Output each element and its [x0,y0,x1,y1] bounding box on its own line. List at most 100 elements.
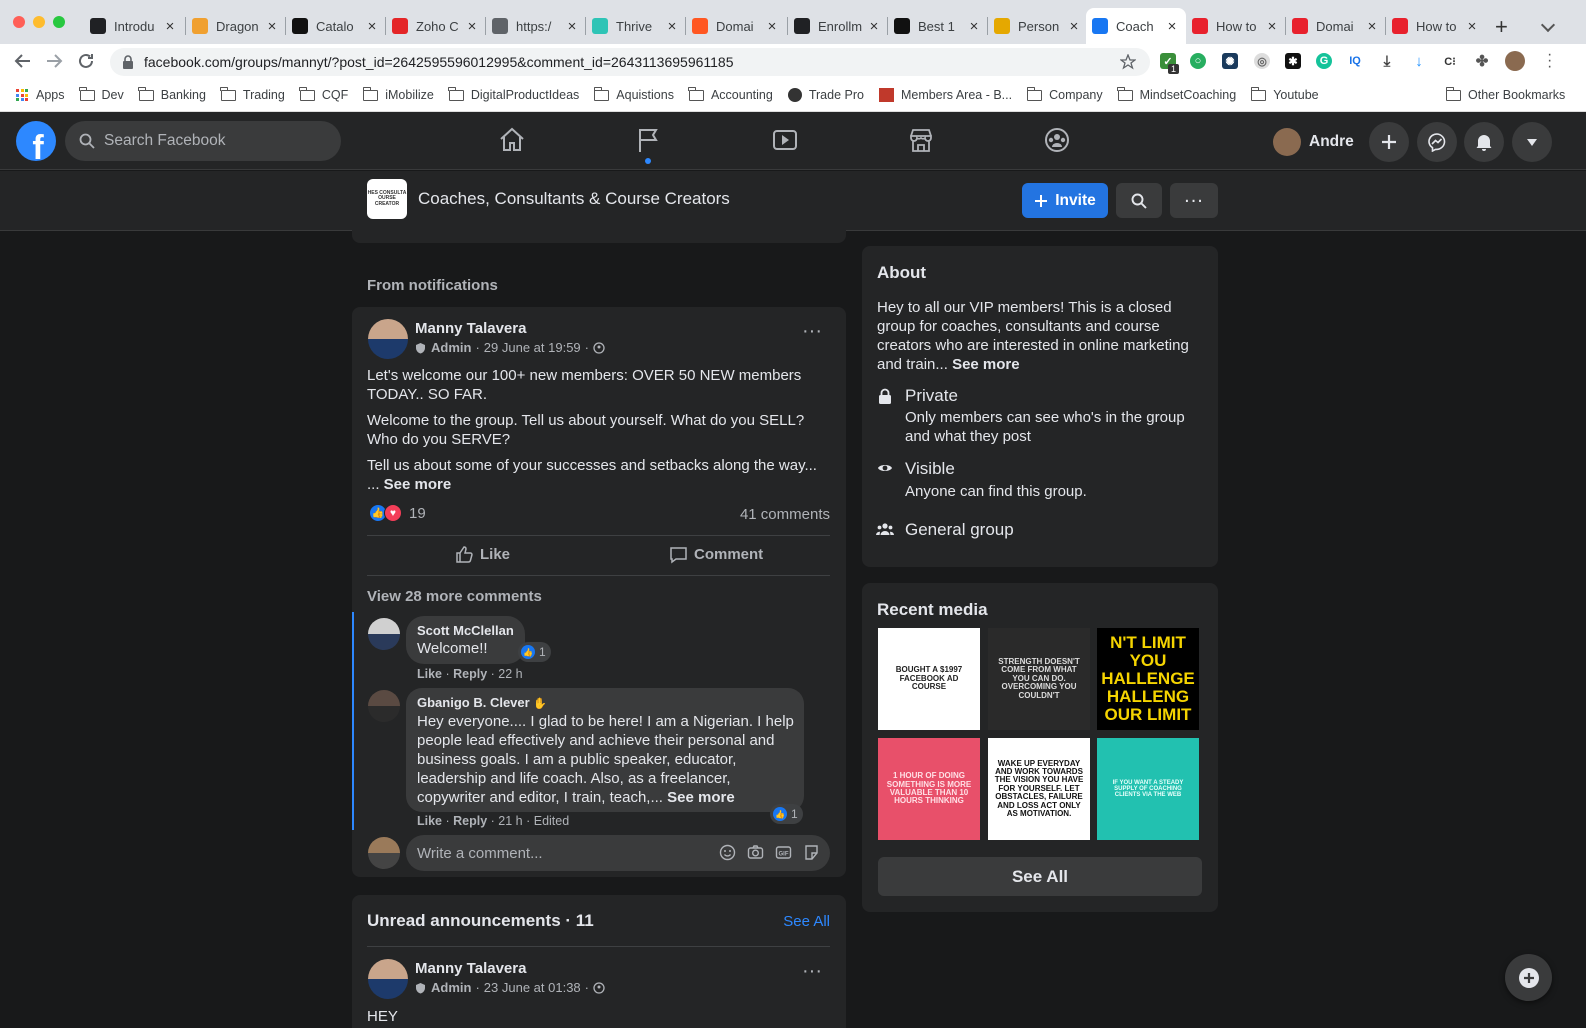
like-button[interactable]: Like [455,545,510,564]
new-message-button[interactable] [1505,954,1552,1001]
watch-video-icon[interactable] [770,125,800,155]
marketplace-icon[interactable] [906,125,936,155]
browser-tab[interactable]: Thrive × [586,8,686,44]
dark-extension-icon[interactable]: ✱ [1285,53,1301,69]
search-facebook-input[interactable]: Search Facebook [65,121,341,161]
view-more-comments[interactable]: View 28 more comments [367,588,542,605]
grey-extension-icon[interactable]: ◎ [1254,53,1270,69]
bookmark-item[interactable]: Aquistions [593,86,674,102]
browser-tab[interactable]: Person × [988,8,1088,44]
forward-arrow-icon[interactable] [45,52,63,70]
bookmark-star-icon[interactable] [1120,54,1136,70]
comment-reaction-badge[interactable]: 👍 1 [770,804,803,824]
comment-author[interactable]: Scott McClellan [417,623,514,638]
post-date[interactable]: 29 June at 19:59 [484,340,581,355]
bookmark-item[interactable]: iMobilize [362,86,434,102]
profile-avatar[interactable] [1505,51,1525,71]
bookmark-item[interactable]: Members Area - B... [878,88,1012,102]
announcement-options-icon[interactable]: ··· [802,961,822,981]
back-arrow-icon[interactable] [14,52,32,70]
bookmark-item[interactable]: Company [1026,86,1103,102]
bookmark-apps[interactable]: Apps [16,88,65,102]
comment-time[interactable]: 21 h [498,814,522,828]
comments-count[interactable]: 41 comments [740,506,830,523]
messenger-button[interactable] [1417,122,1457,162]
recent-media-tile[interactable]: N'T LIMIT YOU HALLENGE HALLENG OUR LIMIT [1097,628,1199,730]
close-tab-icon[interactable]: × [1164,18,1180,35]
reload-icon[interactable] [77,52,95,70]
recent-media-tile[interactable]: 1 HOUR OF DOING SOMETHING IS MORE VALUAB… [878,738,980,840]
bookmark-item[interactable]: Banking [138,86,206,102]
recent-media-tile[interactable]: IF YOU WANT A STEADY SUPPLY OF COACHING … [1097,738,1199,840]
notifications-button[interactable] [1464,122,1504,162]
browser-tab[interactable]: How to × [1386,8,1486,44]
close-tab-icon[interactable]: × [564,18,580,35]
close-tab-icon[interactable]: × [664,18,680,35]
bookmark-item[interactable]: DigitalProductIdeas [448,86,579,102]
close-tab-icon[interactable]: × [162,18,178,35]
invite-button[interactable]: Invite [1022,183,1108,218]
cb-extension-icon[interactable]: C⁝ [1442,53,1458,69]
group-search-button[interactable] [1116,183,1162,218]
announcement-date[interactable]: 23 June at 01:38 [484,980,581,995]
my-avatar[interactable] [368,837,400,869]
comment-like-link[interactable]: Like [417,667,442,681]
close-tab-icon[interactable]: × [1264,18,1280,35]
post-options-icon[interactable]: ··· [802,321,822,341]
react-extension-icon[interactable]: ✺ [1222,53,1238,69]
browser-tab[interactable]: Domai × [1286,8,1386,44]
close-tab-icon[interactable]: × [1066,18,1082,35]
group-logo[interactable]: HES CONSULTA OURSE CREATOR [367,179,407,219]
create-plus-button[interactable] [1369,122,1409,162]
groups-flag-icon[interactable] [634,125,664,155]
bookmark-item[interactable]: Dev [79,86,124,102]
tab-search-chevron-icon[interactable] [1540,17,1556,33]
author-avatar[interactable] [368,319,408,359]
announcement-author[interactable]: Manny Talavera [415,960,526,977]
recent-media-tile[interactable]: BOUGHT A $1997 FACEBOOK AD COURSE [878,628,980,730]
comment-reaction-badge[interactable]: 👍 1 [518,642,551,662]
chrome-menu-icon[interactable]: · · · [1547,47,1552,75]
about-see-more[interactable]: See more [952,356,1020,373]
media-see-all-button[interactable]: See All [878,857,1202,896]
sticker-icon[interactable] [803,844,820,861]
close-tab-icon[interactable]: × [1364,18,1380,35]
browser-tab[interactable]: Enrollm × [788,8,888,44]
close-tab-icon[interactable]: × [464,18,480,35]
close-tab-icon[interactable]: × [364,18,380,35]
puzzle-extensions-icon[interactable]: ✤ [1474,53,1490,70]
camera-icon[interactable] [747,844,764,861]
recent-media-tile[interactable]: STRENGTH DOESN'T COME FROM WHAT YOU CAN … [988,628,1090,730]
emoji-icon[interactable] [719,844,736,861]
close-tab-icon[interactable]: × [866,18,882,35]
bookmark-item[interactable]: Youtube [1250,86,1319,102]
reaction-summary[interactable]: 👍 ♥ 19 [369,504,426,522]
group-name[interactable]: Coaches, Consultants & Course Creators [418,189,730,209]
comment-author[interactable]: Gbanigo B. Clever [417,695,530,710]
facebook-logo-icon[interactable]: f [16,121,56,161]
grammarly-icon[interactable]: G [1316,53,1332,69]
maximize-window-button[interactable] [53,16,65,28]
comment-reply-link[interactable]: Reply [453,667,487,681]
browser-tab[interactable]: Zoho C × [386,8,486,44]
iq-extension-icon[interactable]: IQ [1347,53,1363,69]
comment-like-link[interactable]: Like [417,814,442,828]
bookmark-item[interactable]: Trade Pro [787,88,864,102]
browser-tab[interactable]: Coach × [1086,8,1186,44]
home-icon[interactable] [497,125,527,155]
group-more-button[interactable]: ... [1170,183,1218,218]
browser-tab[interactable]: Domai × [686,8,786,44]
close-tab-icon[interactable]: × [764,18,780,35]
account-menu-button[interactable] [1512,122,1552,162]
bookmark-item[interactable]: Trading [220,86,285,102]
close-tab-icon[interactable]: × [264,18,280,35]
minimize-window-button[interactable] [33,16,45,28]
post-author[interactable]: Manny Talavera [415,320,526,337]
commenter-avatar[interactable] [368,690,400,722]
browser-tab[interactable]: Catalo × [286,8,386,44]
bookmark-item[interactable]: CQF [299,86,348,102]
close-tab-icon[interactable]: × [966,18,982,35]
bookmark-item[interactable]: MindsetCoaching [1117,86,1236,102]
browser-tab[interactable]: How to × [1186,8,1286,44]
comment-button[interactable]: Comment [669,545,763,564]
